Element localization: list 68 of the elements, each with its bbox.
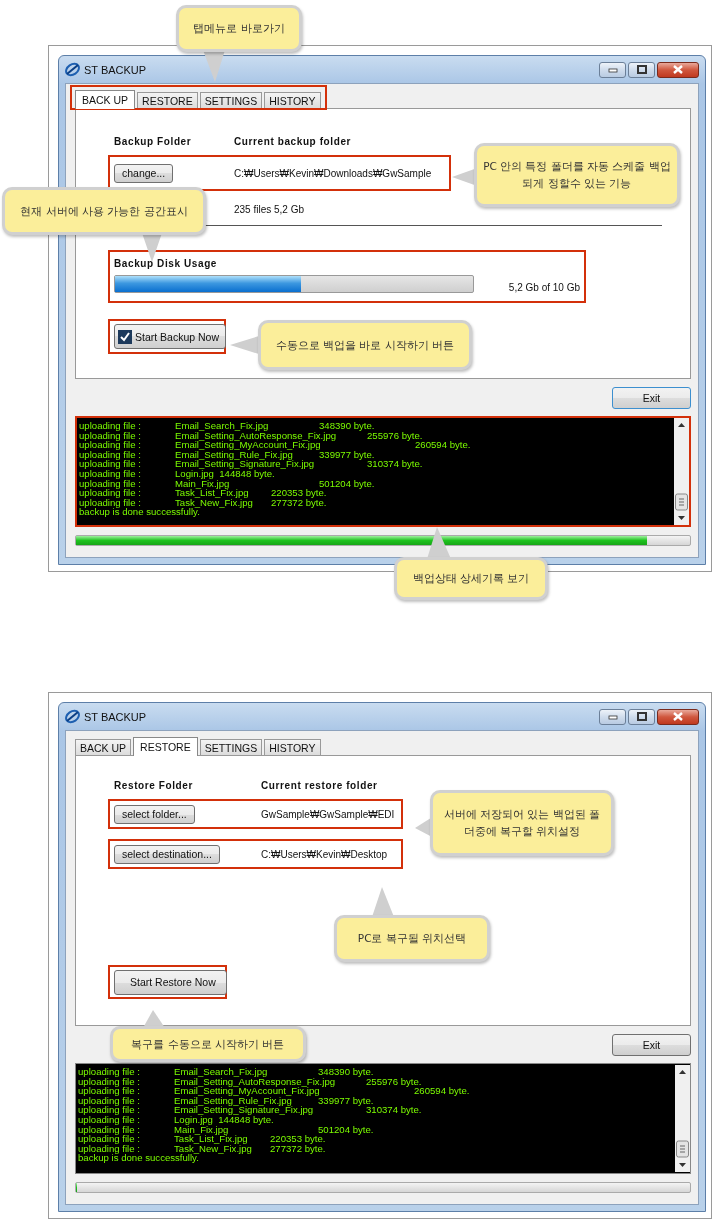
swirl-icon — [65, 709, 80, 724]
maximize-icon — [636, 712, 647, 721]
minimize-button[interactable] — [599, 708, 626, 725]
callout: 탭메뉴로 바로가기 — [176, 5, 302, 52]
log-line: uploading file : Task_List_Fix.jpg 220353 byte. — [78, 1134, 327, 1144]
tab[interactable]: RESTORE — [133, 737, 198, 756]
select-destination-button[interactable]: select destination... — [114, 844, 220, 864]
close-button[interactable] — [657, 708, 699, 725]
log-line: uploading file : Email_Setting_Signature_Fix.jpg 310374 byte. — [79, 459, 424, 469]
scrollbar[interactable] — [674, 418, 689, 525]
log-line: uploading file : Email_Search_Fix.jpg 348390 byte. — [78, 1067, 375, 1077]
callout: PC로 복구될 위치선택 — [334, 915, 490, 962]
maximize-icon — [636, 65, 647, 74]
callout: 서버에 저장되어 있는 백업된 폴더중에 복구할 위치설정 — [430, 790, 614, 856]
maximize-button[interactable] — [628, 61, 655, 78]
log-line: uploading file : Login.jpg 144848 byte. — [79, 468, 275, 479]
close-icon — [672, 65, 684, 74]
disk-usage-reading: 5,2 Gb of 10 Gb — [508, 282, 580, 293]
log-line: uploading file : Email_Setting_MyAccount_Fix.jpg 260594 byte. — [79, 440, 472, 450]
column-heading: Current backup folder — [234, 136, 353, 147]
select-folder-button[interactable]: select folder... — [114, 804, 195, 824]
log-line: uploading file : Email_Setting_Signature_Fix.jpg 310374 byte. — [78, 1105, 423, 1115]
checkbox[interactable] — [118, 329, 132, 344]
log-line: uploading file : Email_Setting_MyAccount_Fix.jpg 260594 byte. — [78, 1086, 471, 1096]
exit-button[interactable]: Exit — [612, 387, 691, 409]
maximize-button[interactable] — [628, 708, 655, 725]
log-line: backup is done successfully. — [78, 1153, 199, 1163]
start-button[interactable]: Start Backup Now — [114, 324, 227, 349]
log-line: uploading file : Email_Search_Fix.jpg 348390 byte. — [79, 421, 376, 431]
window-title: ST BACKUP — [84, 63, 147, 76]
log-line: uploading file : Task_List_Fix.jpg 220353 byte. — [79, 488, 328, 498]
log-line: uploading file : Main_Fix.jpg 501204 byte. — [79, 478, 376, 489]
folder-stats: 235 files 5,2 Gb — [234, 204, 305, 215]
callout: PC 안의 특정 폴더를 자동 스케줄 백업되게 정할수 있는 기능 — [474, 143, 680, 207]
tab[interactable]: RESTORE — [137, 92, 198, 108]
start-button[interactable]: Start Restore Now — [114, 969, 227, 995]
log-line: uploading file : Email_Setting_AutoResponse_Fix.jpg 255976 byte. — [79, 430, 424, 441]
swirl-icon — [65, 62, 80, 77]
callout: 현재 서버에 사용 가능한 공간표시 — [2, 187, 206, 235]
disk-usage-label: Backup Disk Usage — [114, 258, 219, 269]
minimize-button[interactable] — [599, 61, 626, 78]
callout: 복구를 수동으로 시작하기 버튼 — [110, 1026, 306, 1062]
folder-path: C:₩Users₩Kevin₩Desktop — [261, 848, 389, 860]
log-line: backup is done successfully. — [79, 507, 200, 517]
folder-path: GwSample₩GwSample₩EDI — [261, 808, 396, 820]
log-line: uploading file : Email_Setting_AutoResponse_Fix.jpg 255976 byte. — [78, 1076, 423, 1087]
tab[interactable]: BACK UP — [75, 739, 132, 755]
log-line: uploading file : Main_Fix.jpg 501204 byte. — [78, 1124, 375, 1135]
column-heading: Current restore folder — [261, 780, 379, 791]
close-icon — [672, 712, 684, 721]
callout: 백업상태 상세기록 보기 — [394, 557, 548, 600]
column-heading: Restore Folder — [114, 780, 194, 791]
callout: 수동으로 백업을 바로 시작하기 버튼 — [258, 320, 472, 370]
window-title: ST BACKUP — [84, 710, 147, 723]
minimize-icon — [607, 713, 618, 720]
minimize-icon — [607, 66, 618, 73]
change-button[interactable]: change... — [114, 163, 174, 183]
scrollbar[interactable] — [675, 1065, 690, 1172]
folder-path: C:₩Users₩Kevin₩Downloads₩GwSample — [234, 167, 433, 179]
log-line: uploading file : Login.jpg 144848 byte. — [78, 1114, 274, 1125]
exit-button[interactable]: Exit — [612, 1034, 691, 1056]
close-button[interactable] — [657, 61, 699, 78]
tab[interactable]: BACK UP — [75, 90, 136, 109]
tab[interactable]: SETTINGS — [199, 92, 263, 108]
tab[interactable]: HISTORY — [264, 92, 321, 108]
column-heading: Backup Folder — [114, 136, 193, 147]
tab[interactable]: HISTORY — [264, 739, 321, 755]
tab[interactable]: SETTINGS — [199, 739, 263, 755]
